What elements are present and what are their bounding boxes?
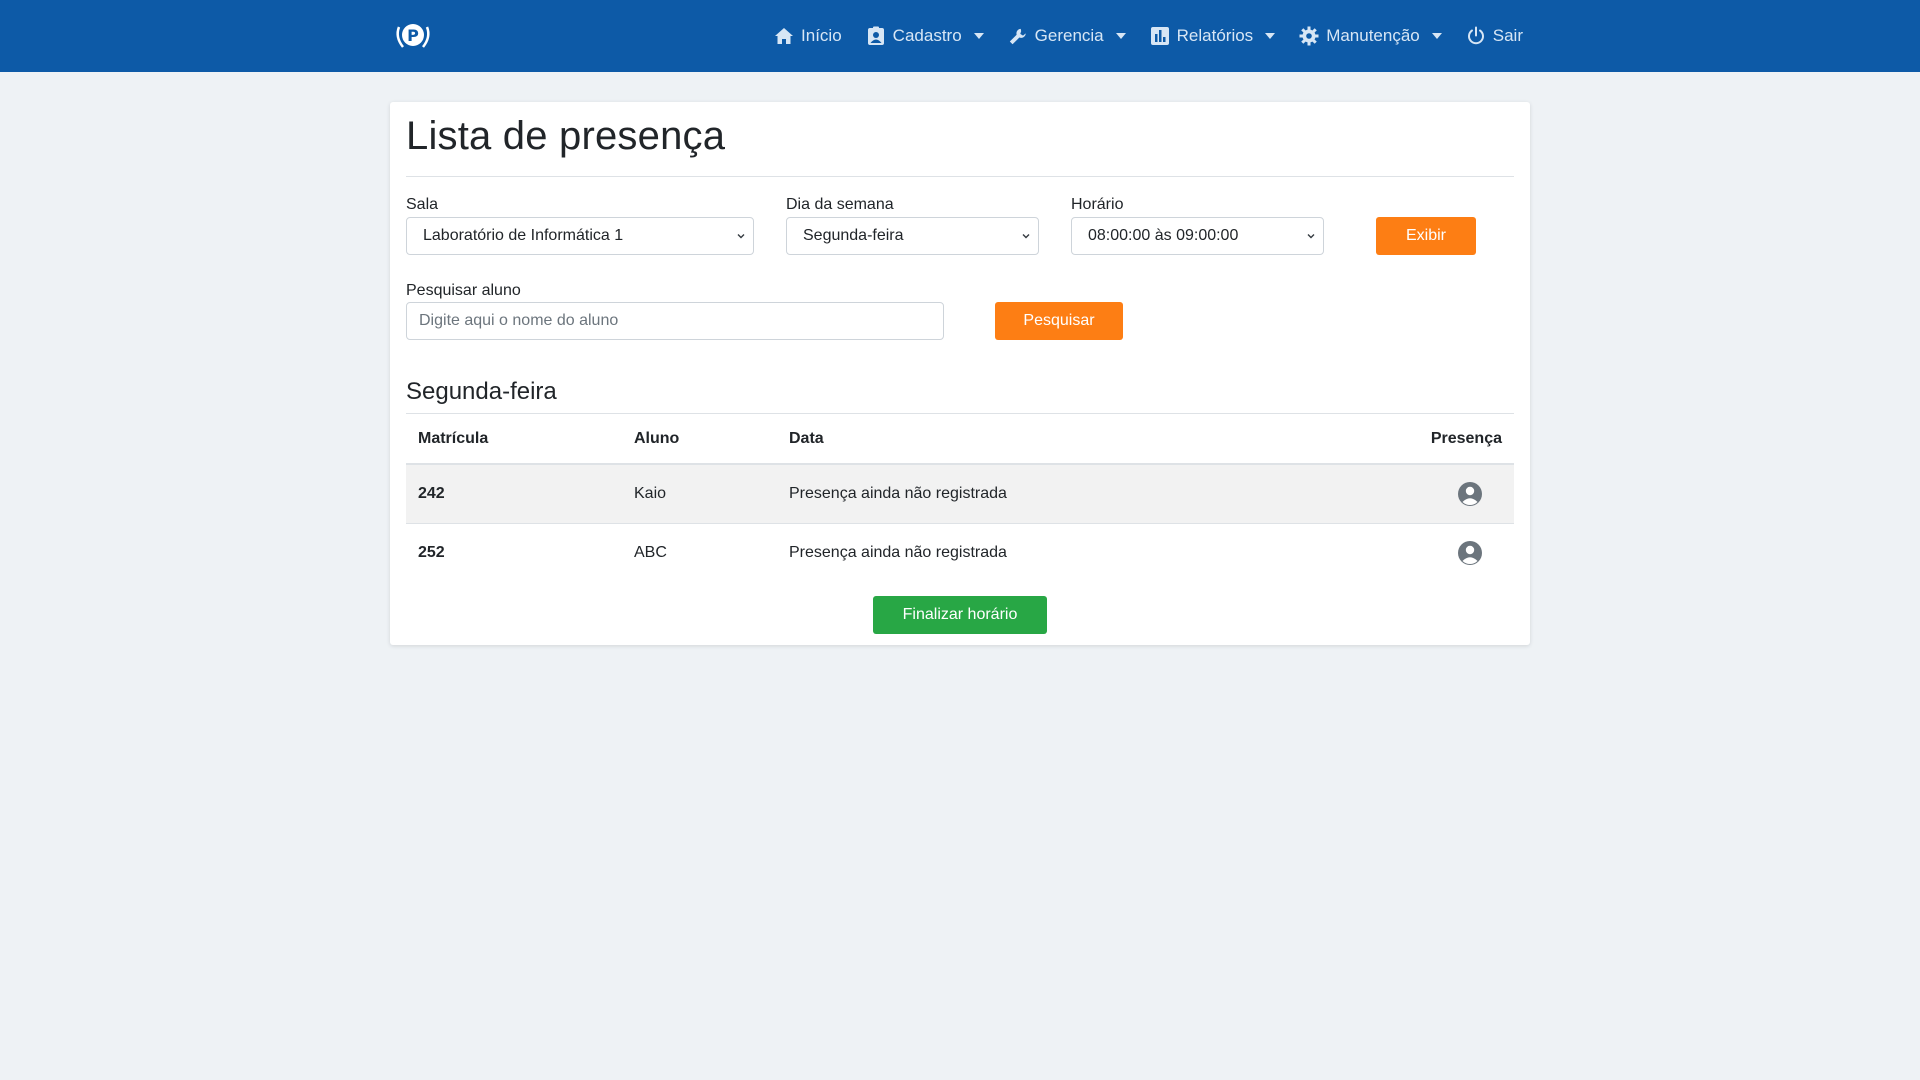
wrench-icon — [1008, 26, 1028, 46]
contact-card-icon — [866, 26, 886, 46]
dia-select[interactable]: Segunda-feira — [786, 217, 1039, 255]
cell-aluno: ABC — [634, 543, 667, 561]
nav-item-label: Cadastro — [892, 26, 962, 45]
column-header-aluno[interactable]: Aluno — [622, 414, 777, 465]
day-section-title: Segunda-feira — [406, 378, 557, 405]
nav-item-label: Relatórios — [1176, 26, 1254, 45]
search-label: Pesquisar aluno — [406, 282, 521, 299]
dia-select-value: Segunda-feira — [803, 227, 904, 244]
chevron-down-icon — [737, 234, 745, 239]
table-row: 252 ABC Presença ainda não registrada — [406, 523, 1514, 582]
table-header-row: Matrícula Aluno Data Presença — [406, 414, 1514, 465]
brand-logo-icon[interactable]: P — [393, 17, 433, 53]
attendance-card: Lista de presença Sala Laboratório de In… — [390, 102, 1530, 645]
sala-select-value: Laboratório de Informática 1 — [423, 227, 624, 244]
table-row: 242 Kaio Presença ainda não registrada — [406, 464, 1514, 524]
home-icon — [774, 26, 794, 46]
user-circle-icon[interactable] — [1457, 481, 1483, 507]
power-icon — [1466, 26, 1486, 46]
student-search-input[interactable]: Digite aqui o nome do aluno — [406, 302, 944, 340]
cell-aluno: Kaio — [622, 464, 777, 524]
page-title: Lista de presença — [406, 114, 726, 158]
nav-item-sair[interactable]: Sair — [1466, 0, 1523, 72]
cell-matricula: 252 — [418, 543, 445, 561]
chevron-down-icon — [1022, 234, 1030, 239]
column-header-presenca[interactable]: Presença — [1297, 414, 1514, 465]
attendance-table: Matrícula Aluno Data Presença 242 Kaio P… — [406, 414, 1514, 582]
sala-label: Sala — [406, 196, 439, 213]
chevron-down-icon — [1307, 234, 1315, 239]
nav-item-label: Sair — [1492, 26, 1523, 45]
bar-chart-icon — [1150, 26, 1170, 46]
chevron-down-icon — [1115, 33, 1126, 39]
column-header-data[interactable]: Data — [777, 414, 1297, 465]
nav-menu: Início Cadastro Gerencia Relatórios Manu… — [774, 0, 1523, 72]
cell-data: Presença ainda não registrada — [789, 543, 1007, 561]
title-divider — [406, 176, 1514, 177]
cell-data: Presença ainda não registrada — [777, 464, 1297, 524]
chevron-down-icon — [973, 33, 984, 39]
nav-item-label: Gerencia — [1034, 26, 1104, 45]
cell-presenca — [1297, 523, 1514, 582]
nav-item-manutencao[interactable]: Manutenção — [1299, 0, 1442, 72]
nav-item-cadastro[interactable]: Cadastro — [866, 0, 984, 72]
finalizar-horario-button[interactable]: Finalizar horário — [873, 596, 1047, 634]
exibir-button[interactable]: Exibir — [1376, 217, 1476, 255]
nav-item-relatorios[interactable]: Relatórios — [1150, 0, 1276, 72]
horario-select[interactable]: 08:00:00 às 09:00:00 — [1071, 217, 1324, 255]
nav-item-label: Início — [801, 26, 842, 45]
cell-matricula: 242 — [406, 464, 622, 524]
svg-text:P: P — [407, 26, 419, 45]
gear-icon — [1299, 26, 1319, 46]
nav-item-inicio[interactable]: Início — [774, 0, 842, 72]
nav-item-gerencia[interactable]: Gerencia — [1008, 0, 1126, 72]
user-circle-icon[interactable] — [1457, 540, 1483, 566]
cell-presenca — [1297, 464, 1514, 524]
search-button[interactable]: Pesquisar — [995, 302, 1123, 340]
column-header-matricula[interactable]: Matrícula — [406, 414, 622, 465]
chevron-down-icon — [1265, 33, 1276, 39]
chevron-down-icon — [1431, 33, 1442, 39]
top-navbar: P Início Cadastro Gerencia Relatórios Ma… — [0, 0, 1920, 72]
horario-label: Horário — [1071, 196, 1124, 213]
nav-item-label: Manutenção — [1326, 26, 1420, 45]
sala-select[interactable]: Laboratório de Informática 1 — [406, 217, 754, 255]
dia-label: Dia da semana — [786, 196, 894, 213]
horario-select-value: 08:00:00 às 09:00:00 — [1088, 227, 1239, 244]
search-placeholder: Digite aqui o nome do aluno — [419, 312, 619, 329]
